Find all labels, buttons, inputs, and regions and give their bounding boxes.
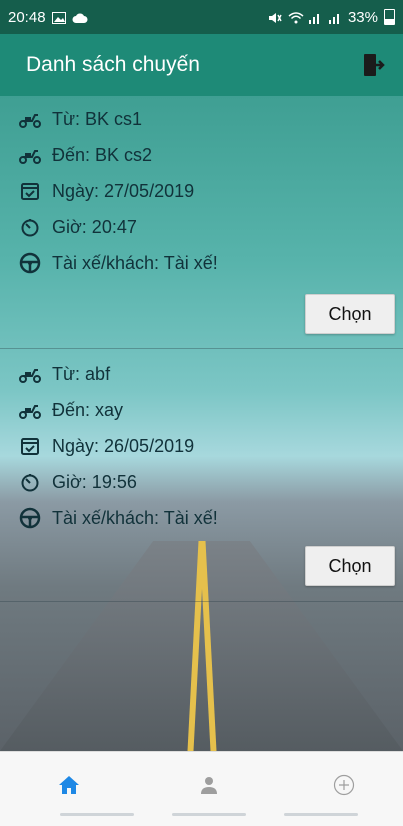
choose-button[interactable]: Chọn bbox=[305, 294, 395, 334]
trip-time: Giờ: 19:56 bbox=[52, 471, 137, 492]
scooter-icon bbox=[18, 143, 42, 167]
battery-icon bbox=[384, 9, 395, 25]
steering-wheel-icon bbox=[18, 251, 42, 275]
add-circle-icon bbox=[333, 774, 355, 801]
nav-profile[interactable] bbox=[192, 770, 226, 804]
trip-time-row: Giờ: 20:47 bbox=[18, 209, 137, 245]
trip-time: Giờ: 20:47 bbox=[52, 216, 137, 237]
battery-percent: 33% bbox=[347, 8, 378, 26]
trip-to: Đến: xay bbox=[52, 399, 124, 420]
nav-indicator bbox=[60, 813, 134, 816]
nav-add[interactable] bbox=[327, 770, 361, 804]
scooter-icon bbox=[18, 107, 42, 131]
logout-icon[interactable] bbox=[361, 52, 387, 78]
trip-role: Tài xế/khách: Tài xế! bbox=[52, 507, 218, 528]
trip-to-row: Đến: BK cs2 bbox=[18, 137, 152, 173]
trip-to: Đến: BK cs2 bbox=[52, 144, 153, 165]
calendar-icon bbox=[18, 179, 42, 203]
choose-button[interactable]: Chọn bbox=[305, 546, 395, 586]
trip-from: Từ: BK cs1 bbox=[52, 108, 143, 129]
nav-indicator bbox=[284, 813, 358, 816]
scooter-icon bbox=[18, 362, 42, 386]
status-right: 33% bbox=[268, 9, 395, 26]
trip-date: Ngày: 27/05/2019 bbox=[52, 180, 195, 201]
wifi-icon bbox=[288, 11, 304, 24]
mute-icon bbox=[268, 11, 282, 23]
status-time: 20:48 bbox=[8, 8, 46, 26]
trip-from-row: Từ: abf bbox=[18, 356, 110, 392]
bottom-nav bbox=[0, 751, 403, 826]
timer-icon bbox=[18, 215, 42, 239]
trip-date-row: Ngày: 27/05/2019 bbox=[18, 173, 194, 209]
timer-icon bbox=[18, 470, 42, 494]
trip-date-row: Ngày: 26/05/2019 bbox=[18, 428, 194, 464]
trip-role-row: Tài xế/khách: Tài xế! bbox=[18, 500, 218, 536]
status-left: 20:48 bbox=[8, 8, 88, 26]
trip-to-row: Đến: xay bbox=[18, 392, 123, 428]
person-icon bbox=[199, 775, 219, 800]
home-icon bbox=[58, 775, 80, 800]
steering-wheel-icon bbox=[18, 506, 42, 530]
trip-from: Từ: abf bbox=[52, 363, 111, 384]
signal-icon-2 bbox=[328, 11, 342, 24]
trip-time-row: Giờ: 19:56 bbox=[18, 464, 137, 500]
calendar-icon bbox=[18, 434, 42, 458]
nav-home[interactable] bbox=[52, 770, 86, 804]
page-title: Danh sách chuyến bbox=[26, 53, 200, 76]
gallery-icon bbox=[51, 11, 66, 24]
signal-icon bbox=[308, 11, 322, 24]
status-bar: 20:48 33% bbox=[0, 0, 403, 34]
trip-role: Tài xế/khách: Tài xế! bbox=[52, 252, 218, 273]
app-bar: Danh sách chuyến bbox=[0, 34, 403, 96]
trip-card: Từ: abf Đến: xay Ngày: 26/05/2019 Giờ: 1… bbox=[0, 349, 403, 602]
trip-from-row: Từ: BK cs1 bbox=[18, 101, 142, 137]
cloud-icon bbox=[72, 11, 88, 23]
trip-list[interactable]: Từ: BK cs1 Đến: BK cs2 Ngày: 27/05/2019 … bbox=[0, 96, 403, 751]
trip-role-row: Tài xế/khách: Tài xế! bbox=[18, 245, 218, 281]
trip-date: Ngày: 26/05/2019 bbox=[52, 435, 195, 456]
scooter-icon bbox=[18, 398, 42, 422]
trip-card: Từ: BK cs1 Đến: BK cs2 Ngày: 27/05/2019 … bbox=[0, 96, 403, 349]
nav-indicator bbox=[172, 813, 246, 816]
